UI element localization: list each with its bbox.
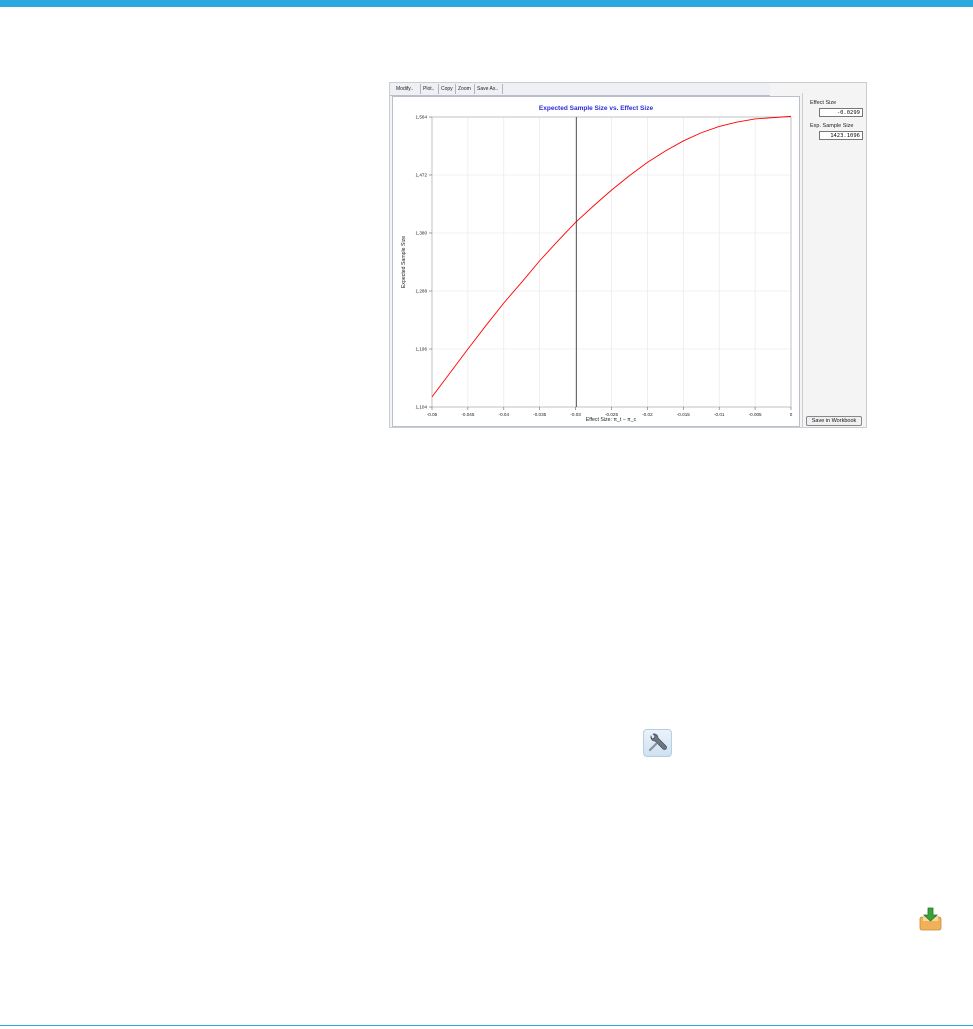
chart-grid [431,116,792,408]
import-icon[interactable] [917,906,944,932]
y-tick-label: 1,564 [416,115,428,120]
zoom-button[interactable]: Zoom [456,84,475,94]
x-axis-ticks: -0.05 -0.045 -0.04 -0.035 -0.03 -0.025 -0.02 -0… [427,407,793,417]
side-panel: Effect Size -0.0299 Exp. Sample Size 142… [802,93,866,427]
effect-size-field[interactable]: -0.0299 [819,108,863,117]
bottom-divider [0,1025,973,1026]
effect-size-label: Effect Size [810,100,837,106]
exp-sample-size-label: Exp. Sample Size [810,123,854,129]
plot-area: Expected Sample Size vs. Effect Size -0.… [392,96,800,427]
plot-button[interactable]: Plot.. [421,84,439,94]
x-tick-label: 0 [790,412,793,417]
exp-sample-size-field[interactable]: 1423.1096 [819,131,863,140]
y-tick-label: 1,472 [416,173,428,178]
chart-toolbar: Modify.. Plot.. Copy Zoom Save As.. [390,83,770,96]
modify-button[interactable]: Modify.. [394,84,421,94]
y-tick-label: 1,196 [416,347,428,352]
x-tick-label: -0.03 [570,412,581,417]
y-tick-label: 1,380 [416,231,428,236]
x-tick-label: -0.05 [427,412,438,417]
x-axis-label: Effect Size: π_t − π_c [586,417,637,423]
x-tick-label: -0.04 [499,412,510,417]
x-tick-label: -0.015 [677,412,690,417]
copy-button[interactable]: Copy [439,84,456,94]
x-tick-label: -0.035 [533,412,546,417]
chart-window: Modify.. Plot.. Copy Zoom Save As.. Expe… [389,82,867,428]
y-tick-label: 1,104 [416,405,428,410]
x-tick-label: -0.02 [642,412,653,417]
y-axis-ticks: 1,104 1,196 1,288 1,380 1,472 1,564 [416,115,432,410]
save-in-workbook-button[interactable]: Save in Workbook [806,416,862,426]
wrench-icon[interactable] [643,729,672,757]
x-tick-label: -0.045 [461,412,474,417]
chart-svg: Expected Sample Size vs. Effect Size -0.… [401,105,793,423]
save-as-button[interactable]: Save As.. [475,84,503,94]
top-accent-bar [0,0,973,7]
y-axis-label: Expected Sample Size [401,236,407,288]
y-tick-label: 1,288 [416,289,428,294]
x-tick-label: -0.005 [749,412,762,417]
chart-title: Expected Sample Size vs. Effect Size [539,105,654,112]
x-tick-label: -0.01 [714,412,725,417]
